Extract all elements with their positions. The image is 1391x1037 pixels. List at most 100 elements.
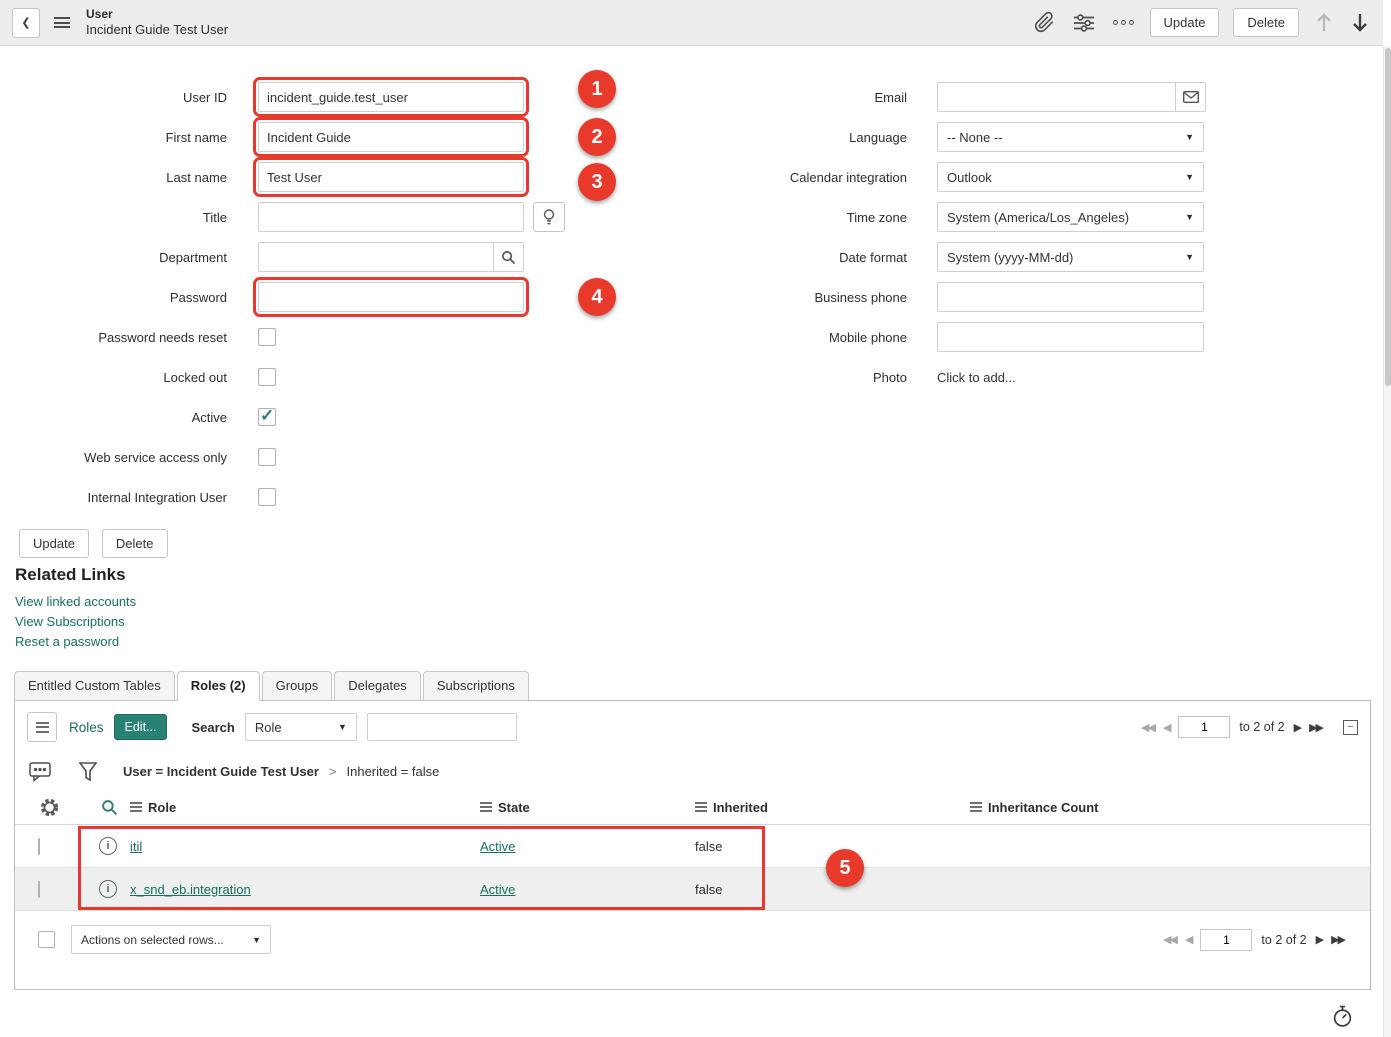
list-filter-button[interactable] (77, 760, 99, 784)
department-field-group (258, 242, 524, 272)
previous-page-button[interactable]: ◀ (1185, 933, 1191, 946)
delete-button[interactable]: Delete (1233, 8, 1299, 37)
user-id-input[interactable] (258, 82, 524, 112)
personalize-list-button[interactable] (38, 796, 61, 819)
photo-label: Photo (634, 370, 907, 385)
reset-a-password-link[interactable]: Reset a password (15, 634, 136, 649)
response-time-button[interactable] (1330, 1003, 1355, 1030)
info-icon[interactable]: i (99, 880, 117, 898)
more-options-button[interactable] (1111, 18, 1136, 27)
form-context-menu-button[interactable] (52, 15, 72, 30)
mobile-phone-input[interactable] (937, 322, 1204, 352)
breadcrumb-separator: > (329, 764, 337, 779)
language-select[interactable]: -- None -- ▼ (937, 122, 1204, 152)
speech-bubble-icon (29, 762, 51, 782)
collapse-list-button[interactable]: − (1343, 720, 1358, 735)
search-icon (501, 250, 516, 265)
internal-integration-user-checkbox[interactable] (258, 488, 276, 506)
column-header-role-label: Role (148, 800, 176, 815)
funnel-icon (79, 762, 97, 782)
tab-roles[interactable]: Roles (2) (177, 671, 260, 701)
record-type-label: User (86, 7, 228, 22)
first-page-button[interactable]: ◀◀ (1141, 721, 1154, 734)
department-lookup-button[interactable] (494, 242, 524, 272)
column-header-inherited[interactable]: Inherited (695, 800, 970, 815)
hamburger-icon (36, 722, 49, 733)
view-subscriptions-link[interactable]: View Subscriptions (15, 614, 136, 629)
personalize-form-button[interactable] (1071, 11, 1097, 35)
edit-roles-button[interactable]: Edit... (114, 714, 168, 740)
suggestion-button[interactable] (533, 202, 565, 232)
column-header-role[interactable]: Role (130, 800, 480, 815)
back-button[interactable]: ❮ (12, 8, 40, 38)
select-all-checkbox[interactable] (38, 931, 55, 948)
tab-groups[interactable]: Groups (262, 671, 333, 701)
state-link[interactable]: Active (480, 839, 515, 854)
callout-5: 5 (826, 849, 864, 887)
last-page-button[interactable]: ▶▶ (1331, 933, 1344, 946)
sliders-icon (1073, 13, 1095, 33)
first-name-input[interactable] (258, 122, 524, 152)
department-input[interactable] (258, 242, 494, 272)
column-header-inherited-label: Inherited (713, 800, 768, 815)
breadcrumb-user-filter[interactable]: User = Incident Guide Test User (123, 764, 319, 779)
header-actions: Update Delete (1032, 8, 1372, 37)
locked-out-checkbox[interactable] (258, 368, 276, 386)
tab-subscriptions[interactable]: Subscriptions (423, 671, 529, 701)
last-page-button[interactable]: ▶▶ (1309, 721, 1322, 734)
next-page-button[interactable]: ▶ (1316, 933, 1322, 946)
email-field-group (937, 82, 1206, 112)
next-page-button[interactable]: ▶ (1294, 721, 1300, 734)
email-send-button[interactable] (1176, 82, 1206, 112)
photo-click-to-add[interactable]: Click to add... (937, 370, 1016, 385)
tab-delegates[interactable]: Delegates (334, 671, 421, 701)
active-checkbox[interactable] (258, 408, 276, 426)
password-needs-reset-checkbox[interactable] (258, 328, 276, 346)
update-button[interactable]: Update (1150, 8, 1220, 37)
next-record-button[interactable] (1349, 10, 1371, 35)
title-input[interactable] (258, 202, 524, 232)
table-row: i itil Active false (15, 825, 1370, 868)
calendar-integration-select[interactable]: Outlook ▼ (937, 162, 1204, 192)
search-label: Search (191, 720, 234, 735)
gear-icon (40, 798, 59, 817)
update-button-bottom[interactable]: Update (19, 529, 89, 558)
search-column-select[interactable]: Role ▼ (245, 713, 357, 741)
scrollbar-thumb[interactable] (1385, 48, 1391, 386)
column-header-state[interactable]: State (480, 800, 695, 815)
tab-entitled-custom-tables[interactable]: Entitled Custom Tables (14, 671, 175, 701)
roles-list-title-link[interactable]: Roles (69, 720, 104, 735)
date-format-select[interactable]: System (yyyy-MM-dd) ▼ (937, 242, 1204, 272)
time-zone-select[interactable]: System (America/Los_Angeles) ▼ (937, 202, 1204, 232)
breadcrumb-inherited-filter[interactable]: Inherited = false (347, 764, 440, 779)
page-number-input[interactable] (1178, 716, 1230, 738)
view-linked-accounts-link[interactable]: View linked accounts (15, 594, 136, 609)
column-header-inheritance-count[interactable]: Inheritance Count (970, 800, 1370, 815)
list-search-input[interactable] (367, 713, 517, 741)
user-form: User ID First name Last name Title Depar… (14, 77, 1374, 517)
actions-on-selected-rows-select[interactable]: Actions on selected rows... ▼ (71, 925, 271, 954)
role-link[interactable]: x_snd_eb.integration (130, 882, 251, 897)
list-context-menu-button[interactable] (27, 712, 57, 742)
list-column-search-button[interactable] (99, 797, 120, 818)
last-name-input[interactable] (258, 162, 524, 192)
state-link[interactable]: Active (480, 882, 515, 897)
previous-page-button[interactable]: ◀ (1163, 721, 1169, 734)
row-checkbox[interactable] (38, 838, 40, 855)
row-checkbox[interactable] (38, 881, 40, 898)
first-page-button[interactable]: ◀◀ (1163, 933, 1176, 946)
info-icon[interactable]: i (99, 837, 117, 855)
attachment-button[interactable] (1032, 10, 1057, 35)
business-phone-input[interactable] (937, 282, 1204, 312)
more-options-icon (1113, 20, 1134, 25)
password-input[interactable] (258, 282, 524, 312)
email-input[interactable] (937, 82, 1176, 112)
vertical-scrollbar[interactable] (1383, 46, 1391, 1037)
delete-button-bottom[interactable]: Delete (102, 529, 168, 558)
page-number-input[interactable] (1200, 929, 1252, 951)
role-link[interactable]: itil (130, 839, 142, 854)
web-service-access-only-checkbox[interactable] (258, 448, 276, 466)
arrow-up-icon (1315, 12, 1333, 33)
list-comments-button[interactable] (27, 760, 53, 784)
previous-record-button[interactable] (1313, 10, 1335, 35)
